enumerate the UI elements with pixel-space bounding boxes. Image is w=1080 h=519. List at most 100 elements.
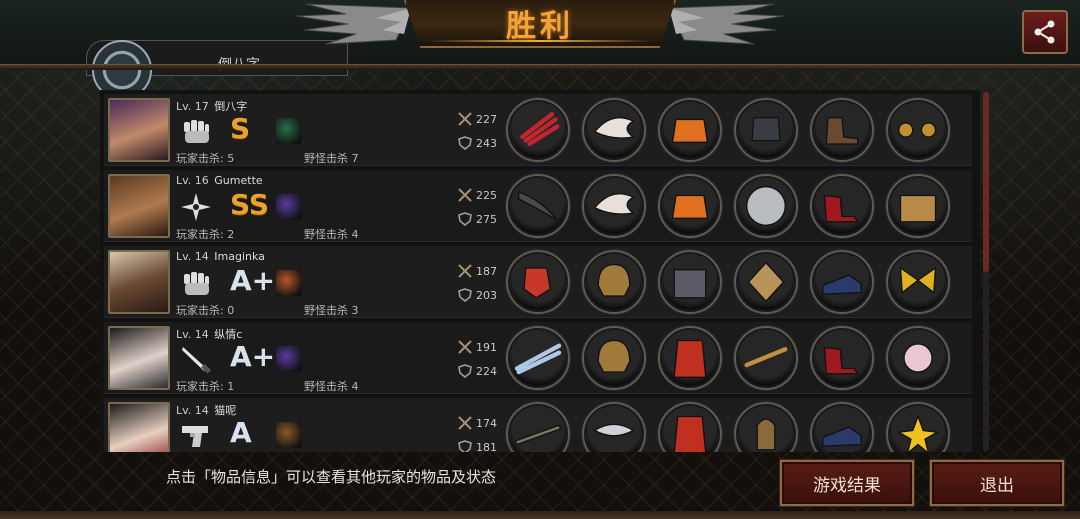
item-slot-armor[interactable] xyxy=(658,250,722,314)
pet-icon[interactable] xyxy=(276,270,302,296)
knife-icon xyxy=(180,344,212,374)
game-results-button[interactable]: 游戏结果 xyxy=(780,460,914,506)
wing-left-icon xyxy=(295,3,412,45)
level-text: Lv. 14 xyxy=(176,404,209,417)
defense-stat: 275 xyxy=(458,212,497,226)
defense-stat: 181 xyxy=(458,440,497,452)
attack-value: 191 xyxy=(476,340,497,354)
item-slot-flame-armor[interactable] xyxy=(658,174,722,238)
item-slot-charm[interactable] xyxy=(734,250,798,314)
item-slot-gauntlet[interactable] xyxy=(734,98,798,162)
item-slot-wings[interactable] xyxy=(582,174,646,238)
attack-value: 187 xyxy=(476,264,497,278)
defense-value: 203 xyxy=(476,288,497,302)
wing-right-icon xyxy=(668,3,785,45)
item-slot-sneakers[interactable] xyxy=(810,250,874,314)
flower-icon xyxy=(896,414,940,452)
swords-icon xyxy=(458,264,472,278)
item-slot-bullet[interactable] xyxy=(734,402,798,452)
monster-kills: 野怪击杀 3 xyxy=(304,304,359,317)
defense-stat: 224 xyxy=(458,364,497,378)
rank-badge: A+ xyxy=(230,340,276,373)
scroll-thumb[interactable] xyxy=(983,92,989,272)
metal-disc-icon xyxy=(746,186,786,226)
fist-icon xyxy=(180,268,212,298)
player-row[interactable]: Lv. 14 纵情c A+ 玩家击杀: 1 野怪击杀 4 191 224 xyxy=(104,322,972,394)
armor-icon xyxy=(673,269,707,299)
player-portrait[interactable] xyxy=(108,250,170,314)
item-slot-rifle[interactable] xyxy=(506,402,570,452)
player-portrait[interactable] xyxy=(108,174,170,238)
item-slot-red-suit[interactable] xyxy=(658,326,722,390)
attack-stat: 191 xyxy=(458,340,497,354)
swords-icon xyxy=(458,112,472,126)
fist-icon xyxy=(180,116,212,146)
player-name: Imaginka xyxy=(214,250,265,263)
item-slot-pearl[interactable] xyxy=(886,326,950,390)
item-slot-treasure-box[interactable] xyxy=(886,174,950,238)
item-slots xyxy=(506,174,950,238)
item-slot-ribbon[interactable] xyxy=(886,250,950,314)
item-slot-red-glove[interactable] xyxy=(506,250,570,314)
item-slot-mask[interactable] xyxy=(582,402,646,452)
pet-icon[interactable] xyxy=(276,422,302,448)
swords-icon xyxy=(458,416,472,430)
item-slot-flower[interactable] xyxy=(886,402,950,452)
red-suit-icon xyxy=(673,339,707,378)
page-title: 胜利 xyxy=(506,9,574,44)
player-kills: 玩家击杀: 1 xyxy=(176,380,235,393)
player-portrait[interactable] xyxy=(108,326,170,390)
level-text: Lv. 17 xyxy=(176,100,209,113)
item-slot-boots[interactable] xyxy=(810,98,874,162)
title-banner: 胜利 xyxy=(404,0,676,48)
item-slot-stick[interactable] xyxy=(734,326,798,390)
claw-icon xyxy=(520,112,560,147)
item-slot-metal-disc[interactable] xyxy=(734,174,798,238)
defense-stat: 243 xyxy=(458,136,497,150)
shuriken-icon xyxy=(180,192,212,222)
player-row[interactable]: Lv. 16 Gumette SS 玩家击杀: 2 野怪击杀 4 225 275 xyxy=(104,170,972,242)
item-slot-goggles[interactable] xyxy=(886,98,950,162)
attack-value: 225 xyxy=(476,188,497,202)
item-slot-helmet[interactable] xyxy=(582,250,646,314)
shield-icon xyxy=(458,212,472,226)
treasure-box-icon xyxy=(899,194,937,223)
player-row[interactable]: Lv. 17 倒八字 S 玩家击杀: 5 野怪击杀 7 227 243 xyxy=(104,94,972,166)
player-row[interactable]: Lv. 14 猫呢 A 174 181 xyxy=(104,398,972,452)
item-slot-blades[interactable] xyxy=(506,326,570,390)
item-slot-sneakers[interactable] xyxy=(810,402,874,452)
level-text: Lv. 14 xyxy=(176,250,209,263)
item-slot-wings[interactable] xyxy=(582,98,646,162)
sneakers-icon xyxy=(822,426,862,447)
exit-button[interactable]: 退出 xyxy=(930,460,1064,506)
pet-icon[interactable] xyxy=(276,118,302,144)
rank-badge: A+ xyxy=(230,264,276,297)
player-portrait[interactable] xyxy=(108,402,170,452)
attack-stat: 187 xyxy=(458,264,497,278)
item-slot-helmet[interactable] xyxy=(582,326,646,390)
item-slot-heels[interactable] xyxy=(810,174,874,238)
attack-stat: 227 xyxy=(458,112,497,126)
share-button[interactable] xyxy=(1022,10,1068,54)
bullet-icon xyxy=(756,418,776,451)
flame-armor-icon xyxy=(671,194,709,219)
item-slot-heels[interactable] xyxy=(810,326,874,390)
item-slot-claw[interactable] xyxy=(506,98,570,162)
item-slot-red-suit[interactable] xyxy=(658,402,722,452)
monster-kills: 野怪击杀 4 xyxy=(304,380,359,393)
red-glove-icon xyxy=(523,267,551,299)
pet-icon[interactable] xyxy=(276,194,302,220)
player-row[interactable]: Lv. 14 Imaginka A+ 玩家击杀: 0 野怪击杀 3 187 203 xyxy=(104,246,972,318)
heels-icon xyxy=(823,346,859,375)
item-slot-flame-armor[interactable] xyxy=(658,98,722,162)
item-slot-boomerang[interactable] xyxy=(506,174,570,238)
rank-badge: A xyxy=(230,416,252,449)
player-kills: 玩家击杀: 5 xyxy=(176,152,235,165)
scrollbar[interactable] xyxy=(983,92,989,452)
attack-stat: 174 xyxy=(458,416,497,430)
player-kills: 玩家击杀: 0 xyxy=(176,304,235,317)
pet-icon[interactable] xyxy=(276,346,302,372)
item-slots xyxy=(506,98,950,162)
results-panel: Lv. 17 倒八字 S 玩家击杀: 5 野怪击杀 7 227 243 Lv. 16 Gum… xyxy=(100,90,980,452)
player-portrait[interactable] xyxy=(108,98,170,162)
